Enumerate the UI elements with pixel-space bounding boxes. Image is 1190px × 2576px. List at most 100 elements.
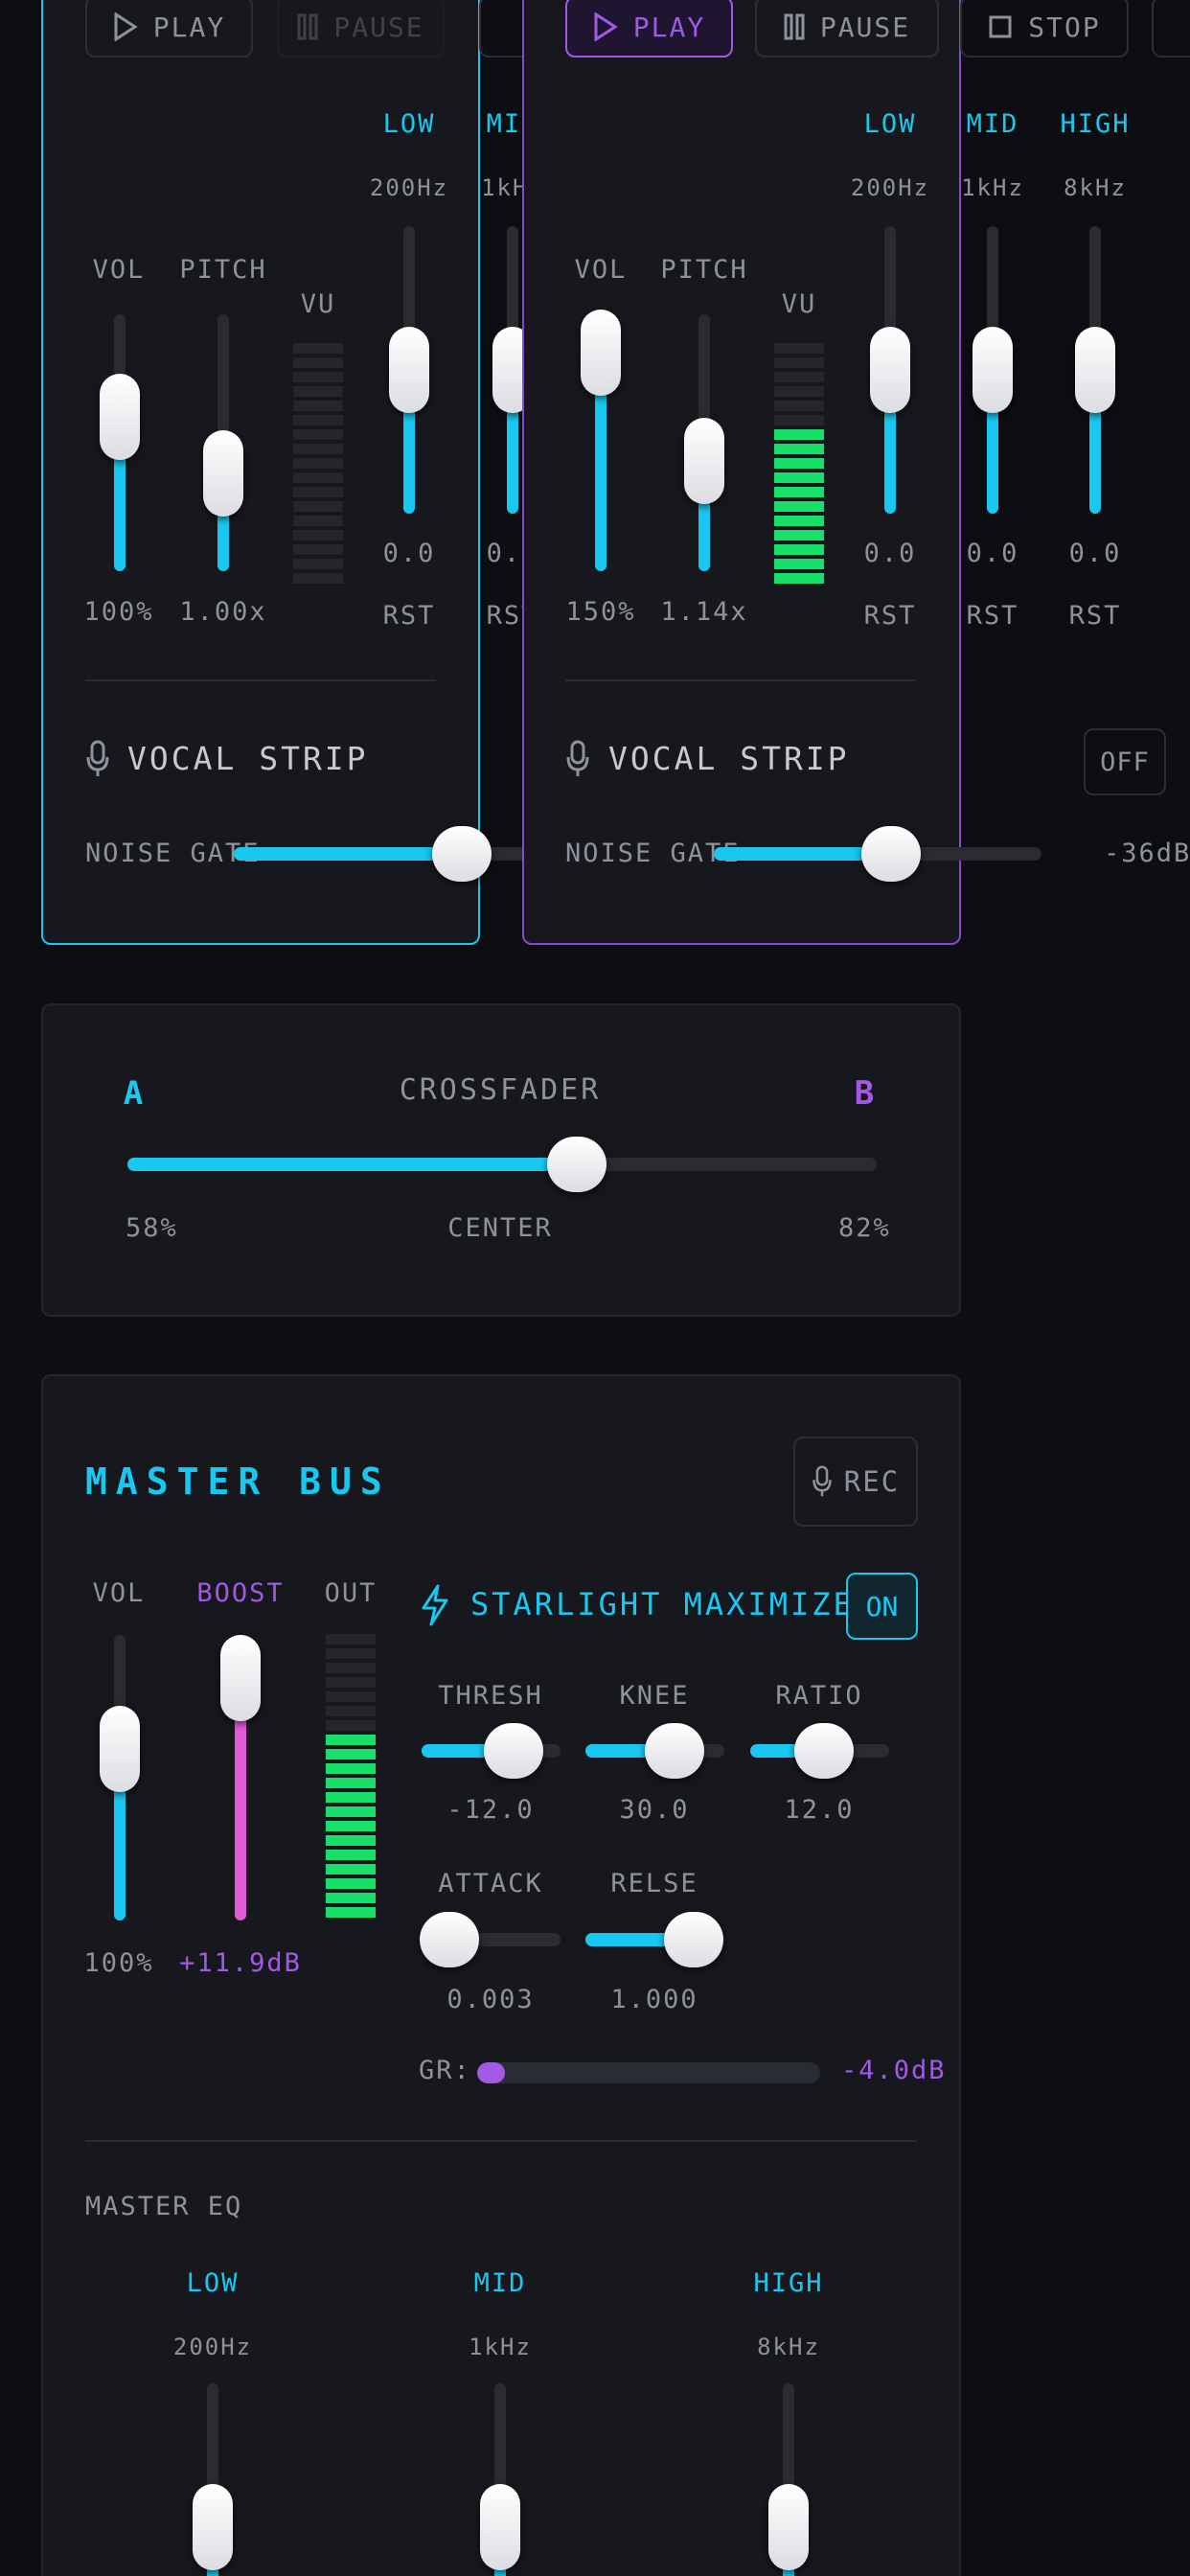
meter-segment bbox=[293, 458, 343, 469]
meter-segment bbox=[293, 415, 343, 426]
thresh-label: THRESH bbox=[438, 1681, 543, 1711]
meter-segment bbox=[293, 444, 343, 454]
deck-b-strip-toggle[interactable]: OFF bbox=[1084, 728, 1166, 795]
lightning-icon bbox=[419, 1583, 451, 1631]
slider-knob[interactable] bbox=[768, 2484, 809, 2570]
slider-knob[interactable] bbox=[644, 1723, 704, 1779]
slider-knob[interactable] bbox=[973, 327, 1013, 413]
deck-b-noise-gate-slider[interactable] bbox=[714, 826, 1041, 882]
microphone-icon bbox=[565, 740, 590, 782]
deck-a-noise-gate-slider[interactable] bbox=[234, 826, 542, 882]
master-boost-slider[interactable] bbox=[220, 1634, 261, 1920]
slider-knob[interactable] bbox=[793, 1723, 854, 1779]
slider-knob[interactable] bbox=[684, 417, 724, 504]
ratio-value: 12.0 bbox=[784, 1795, 855, 1825]
deck-b-extra-button[interactable] bbox=[1152, 0, 1190, 58]
slider-knob[interactable] bbox=[420, 1912, 479, 1967]
meter-segment bbox=[326, 1706, 376, 1716]
slider-knob[interactable] bbox=[1075, 327, 1115, 413]
deck-b-eq-mid-freq: 1kHz bbox=[961, 174, 1024, 201]
release-slider[interactable] bbox=[585, 1912, 724, 1967]
deck-a-eq-low-reset[interactable]: RST bbox=[383, 601, 436, 631]
meter-segment bbox=[326, 1850, 376, 1860]
deck-b-vu-meter bbox=[774, 343, 824, 584]
deck-a-vol-slider[interactable] bbox=[100, 314, 140, 571]
slider-knob[interactable] bbox=[483, 1723, 543, 1779]
meter-segment bbox=[774, 415, 824, 426]
slider-knob[interactable] bbox=[203, 430, 243, 518]
deck-a-eq-low-slider[interactable] bbox=[389, 226, 429, 514]
deck-b-pitch-label: PITCH bbox=[660, 255, 748, 285]
deck-a-pitch-slider[interactable] bbox=[203, 314, 243, 571]
knee-slider[interactable] bbox=[585, 1723, 724, 1779]
master-out-label: OUT bbox=[324, 1578, 378, 1608]
thresh-value: -12.0 bbox=[446, 1795, 535, 1825]
play-label: PLAY bbox=[632, 11, 706, 43]
knee-value: 30.0 bbox=[619, 1795, 690, 1825]
master-eq-high-slider[interactable] bbox=[768, 2383, 809, 2576]
master-eq-mid-slider[interactable] bbox=[480, 2383, 520, 2576]
slider-knob[interactable] bbox=[193, 2484, 233, 2570]
deck-a-pause-button[interactable]: PAUSE bbox=[277, 0, 445, 58]
deck-a-play-button[interactable]: PLAY bbox=[85, 0, 253, 58]
thresh-slider[interactable] bbox=[422, 1723, 561, 1779]
ratio-slider[interactable] bbox=[750, 1723, 889, 1779]
deck-b-eq-low-reset[interactable]: RST bbox=[864, 601, 917, 631]
master-eq-low-slider[interactable] bbox=[193, 2383, 233, 2576]
meter-segment bbox=[326, 1663, 376, 1673]
meter-segment bbox=[326, 1763, 376, 1774]
slider-knob[interactable] bbox=[860, 826, 921, 882]
stop-label: STOP bbox=[1028, 11, 1101, 43]
slider-knob[interactable] bbox=[870, 327, 910, 413]
deck-b-eq-high-slider[interactable] bbox=[1075, 226, 1115, 514]
deck-b-vol-label: VOL bbox=[574, 255, 628, 285]
meter-segment bbox=[326, 1720, 376, 1731]
meter-segment bbox=[326, 1735, 376, 1745]
meter-segment bbox=[293, 559, 343, 569]
crossfader-slider[interactable] bbox=[127, 1137, 877, 1192]
deck-b-eq-mid-slider[interactable] bbox=[973, 226, 1013, 514]
deck-b-stop-button[interactable]: STOP bbox=[960, 0, 1129, 58]
slider-knob[interactable] bbox=[664, 1912, 724, 1967]
slider-knob[interactable] bbox=[581, 310, 621, 397]
deck-b-pitch-slider[interactable] bbox=[684, 314, 724, 571]
meter-segment bbox=[326, 1749, 376, 1760]
deck-b-play-button[interactable]: PLAY bbox=[565, 0, 733, 58]
deck-b-eq-high-reset[interactable]: RST bbox=[1069, 601, 1122, 631]
deck-a-vol-value: 100% bbox=[83, 597, 154, 627]
deck-b-vol-slider[interactable] bbox=[581, 310, 621, 571]
meter-segment bbox=[293, 530, 343, 540]
slider-knob[interactable] bbox=[432, 826, 492, 882]
meter-segment bbox=[774, 401, 824, 411]
attack-slider[interactable] bbox=[420, 1912, 561, 1967]
meter-segment bbox=[326, 1634, 376, 1644]
crossfader-center-label: CENTER bbox=[447, 1213, 553, 1243]
slider-knob[interactable] bbox=[100, 374, 140, 461]
meter-segment bbox=[326, 1864, 376, 1874]
slider-knob[interactable] bbox=[547, 1137, 607, 1192]
play-icon bbox=[114, 12, 138, 41]
slider-knob[interactable] bbox=[480, 2484, 520, 2570]
master-vol-slider[interactable] bbox=[100, 1635, 140, 1920]
microphone-icon bbox=[812, 1465, 832, 1497]
crossfader-label-b: B bbox=[854, 1074, 877, 1113]
gr-label: GR: bbox=[419, 2056, 471, 2085]
deck-a-eq-mid-slider[interactable] bbox=[492, 226, 533, 514]
gr-meter bbox=[477, 2062, 820, 2083]
meter-segment bbox=[293, 357, 343, 368]
pause-icon bbox=[784, 13, 805, 40]
deck-b-eq-mid-reset[interactable]: RST bbox=[967, 601, 1019, 631]
meter-segment bbox=[326, 1835, 376, 1846]
maximizer-toggle[interactable]: ON bbox=[846, 1573, 918, 1640]
slider-knob[interactable] bbox=[100, 1706, 140, 1793]
deck-b-eq-low-slider[interactable] bbox=[870, 226, 910, 514]
rec-button[interactable]: REC bbox=[793, 1437, 918, 1527]
deck-b-pause-button[interactable]: PAUSE bbox=[755, 0, 939, 58]
slider-knob[interactable] bbox=[220, 1634, 261, 1721]
release-value: 1.000 bbox=[610, 1985, 698, 2014]
deck-b-eq-mid-value: 0.0 bbox=[966, 539, 1019, 568]
slider-knob[interactable] bbox=[389, 327, 429, 413]
master-eq-high-freq: 8kHz bbox=[757, 2334, 820, 2360]
meter-segment bbox=[326, 1677, 376, 1688]
meter-segment bbox=[326, 1907, 376, 1918]
